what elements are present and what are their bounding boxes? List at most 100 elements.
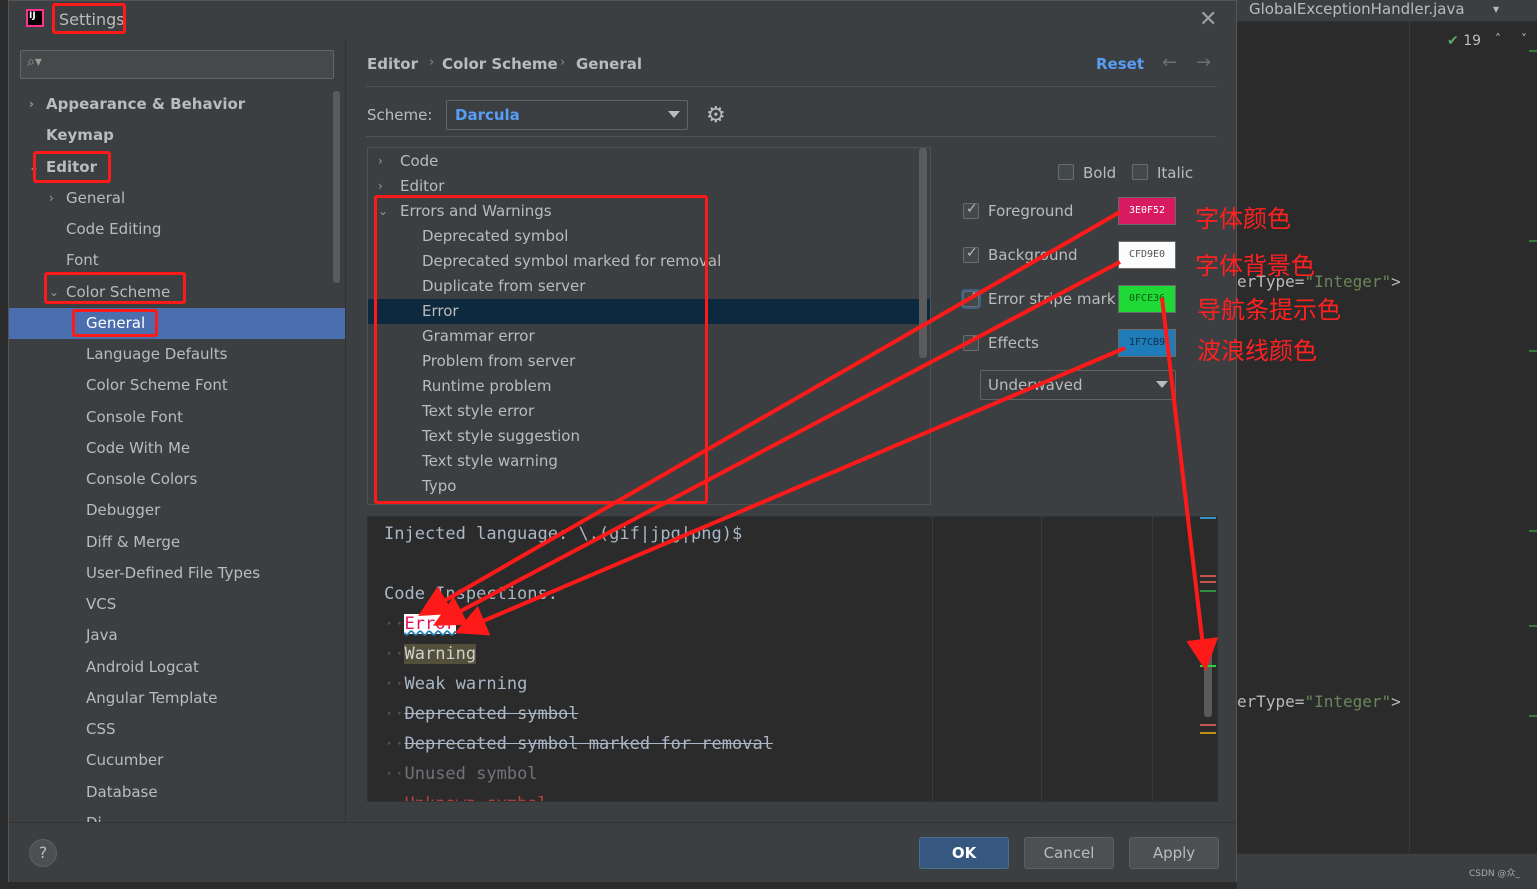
sidebar-item-debugger[interactable]: Debugger — [9, 495, 345, 526]
sidebar-item-appearance[interactable]: › Appearance & Behavior — [9, 89, 345, 120]
background-checkbox[interactable] — [963, 245, 979, 263]
preview-guide — [1152, 517, 1153, 801]
stripe-mark — [1200, 517, 1216, 519]
italic-checkbox[interactable] — [1132, 164, 1148, 180]
chevron-right-icon[interactable]: › — [29, 89, 34, 120]
help-button[interactable]: ? — [29, 839, 57, 867]
gear-icon[interactable]: ⚙ — [706, 103, 726, 128]
effects-checkbox[interactable] — [963, 333, 979, 351]
editor-tab-label: GlobalExceptionHandler.java — [1249, 0, 1465, 18]
inspection-widget[interactable]: ✔ 19 — [1447, 33, 1481, 49]
sidebar-scrollbar[interactable] — [333, 91, 340, 283]
code-line: erType="Integer"> — [1237, 692, 1401, 711]
sidebar-item-database[interactable]: Database — [9, 777, 345, 808]
breadcrumb-editor: Editor — [367, 55, 418, 73]
scheme-value: Darcula — [455, 106, 520, 124]
breadcrumb-color-scheme: Color Scheme — [442, 55, 558, 73]
apply-button[interactable]: Apply — [1129, 837, 1219, 869]
sidebar-item-code-editing[interactable]: Code Editing — [9, 214, 345, 245]
breadcrumb-separator: › — [560, 55, 566, 70]
back-arrow-icon[interactable]: ← — [1162, 52, 1177, 73]
effects-color-swatch[interactable]: 1F7CB9 — [1118, 329, 1176, 357]
preview-line: ··Weak warning — [384, 674, 528, 694]
sidebar-item-console-font[interactable]: Console Font — [9, 402, 345, 433]
sidebar-item-user-defined-file-types[interactable]: User-Defined File Types — [9, 558, 345, 589]
effects-type-dropdown[interactable]: Underwaved — [980, 370, 1176, 400]
chevron-down-icon[interactable]: ˅ — [1521, 32, 1527, 46]
divider — [366, 86, 1217, 87]
sidebar-item-general[interactable]: › General — [9, 183, 345, 214]
attr-item-code[interactable]: › Code — [368, 149, 930, 174]
gutter-marker — [1529, 625, 1537, 627]
gutter-marker — [1529, 350, 1537, 352]
editor-tab[interactable]: GlobalExceptionHandler.java ▾ — [1237, 0, 1537, 22]
effects-label: Effects — [988, 334, 1039, 352]
search-icon: ⌕▾ — [27, 54, 42, 70]
scheme-label: Scheme: — [367, 106, 433, 124]
stripe-mark — [1200, 665, 1216, 667]
sidebar-item-code-with-me[interactable]: Code With Me — [9, 433, 345, 464]
sidebar-item-color-scheme-font[interactable]: Color Scheme Font — [9, 370, 345, 401]
dropdown-arrow-icon — [668, 111, 680, 118]
preview-scrollbar[interactable] — [1204, 642, 1212, 717]
foreground-color-swatch[interactable]: 3E0F52 — [1118, 197, 1176, 225]
editor-divider — [1409, 22, 1410, 852]
sidebar-item-keymap[interactable]: Keymap — [9, 120, 345, 151]
preview-error-token: Error — [404, 614, 456, 634]
error-stripe-color-swatch[interactable]: 0FCE36 — [1118, 285, 1176, 313]
annotation-box — [374, 195, 708, 504]
preview-line: Injected language: \.(gif|jpg|png)$ — [384, 524, 743, 544]
chevron-up-icon[interactable]: ˄ — [1495, 32, 1501, 46]
sidebar-item-console-colors[interactable]: Console Colors — [9, 464, 345, 495]
preview-line: ··Deprecated symbol — [384, 704, 579, 724]
chevron-down-icon[interactable]: ▾ — [1493, 2, 1499, 16]
sidebar-item-color-scheme-general[interactable]: General — [9, 308, 345, 339]
reset-link[interactable]: Reset — [1096, 55, 1144, 73]
scheme-dropdown[interactable]: Darcula — [446, 100, 688, 130]
annotation-stripe: 导航条提示色 — [1197, 296, 1341, 324]
close-icon[interactable]: ✕ — [1199, 7, 1217, 32]
gutter-marker — [1529, 50, 1537, 52]
preview-line: ··Unknown symbol — [384, 794, 548, 801]
dialog-titlebar[interactable]: Settings ✕ — [9, 1, 1236, 39]
gutter-marker — [1529, 715, 1537, 717]
divider — [366, 136, 1217, 137]
preview-warning-token: Warning — [404, 644, 477, 664]
dropdown-arrow-icon — [1156, 381, 1168, 388]
sidebar-item-diff-merge[interactable]: Diff & Merge — [9, 527, 345, 558]
gutter-marker — [1529, 240, 1537, 242]
sidebar-item-language-defaults[interactable]: Language Defaults — [9, 339, 345, 370]
ok-button[interactable]: OK — [919, 837, 1009, 869]
sidebar-item-partial[interactable]: Di... — [9, 808, 345, 822]
sidebar-item-vcs[interactable]: VCS — [9, 589, 345, 620]
breadcrumb-separator: › — [429, 55, 435, 70]
cancel-button[interactable]: Cancel — [1024, 837, 1114, 869]
annotation-wave: 波浪线颜色 — [1197, 337, 1317, 365]
intellij-logo-icon — [26, 9, 44, 27]
sidebar-item-android-logcat[interactable]: Android Logcat — [9, 652, 345, 683]
settings-search-input[interactable]: ⌕▾ — [20, 50, 334, 79]
background-color-swatch[interactable]: CFD9E0 — [1118, 241, 1176, 269]
annotation-box — [44, 272, 186, 304]
sidebar-item-cucumber[interactable]: Cucumber — [9, 745, 345, 776]
italic-label: Italic — [1157, 164, 1194, 182]
error-stripe-checkbox[interactable] — [963, 289, 979, 307]
chevron-right-icon[interactable]: › — [49, 183, 54, 214]
bold-checkbox[interactable] — [1058, 164, 1074, 180]
color-scheme-preview[interactable]: Injected language: \.(gif|jpg|png)$ Code… — [367, 516, 1218, 802]
foreground-checkbox[interactable] — [963, 201, 979, 219]
attributes-scrollbar[interactable] — [919, 148, 927, 358]
sidebar-item-angular-template[interactable]: Angular Template — [9, 683, 345, 714]
preview-line: ··Deprecated symbol marked for removal — [384, 734, 773, 754]
sidebar-item-css[interactable]: CSS — [9, 714, 345, 745]
error-stripe-label: Error stripe mark — [988, 290, 1116, 308]
forward-arrow-icon[interactable]: → — [1196, 52, 1211, 73]
effects-type-value: Underwaved — [988, 376, 1083, 394]
sidebar-item-java[interactable]: Java — [9, 620, 345, 651]
gutter-marker — [1529, 530, 1537, 532]
preview-guide — [1041, 517, 1042, 801]
chevron-right-icon[interactable]: › — [378, 149, 383, 174]
stripe-mark — [1200, 581, 1216, 583]
preview-line: ··Unused symbol — [384, 764, 538, 784]
stripe-mark — [1200, 732, 1216, 734]
